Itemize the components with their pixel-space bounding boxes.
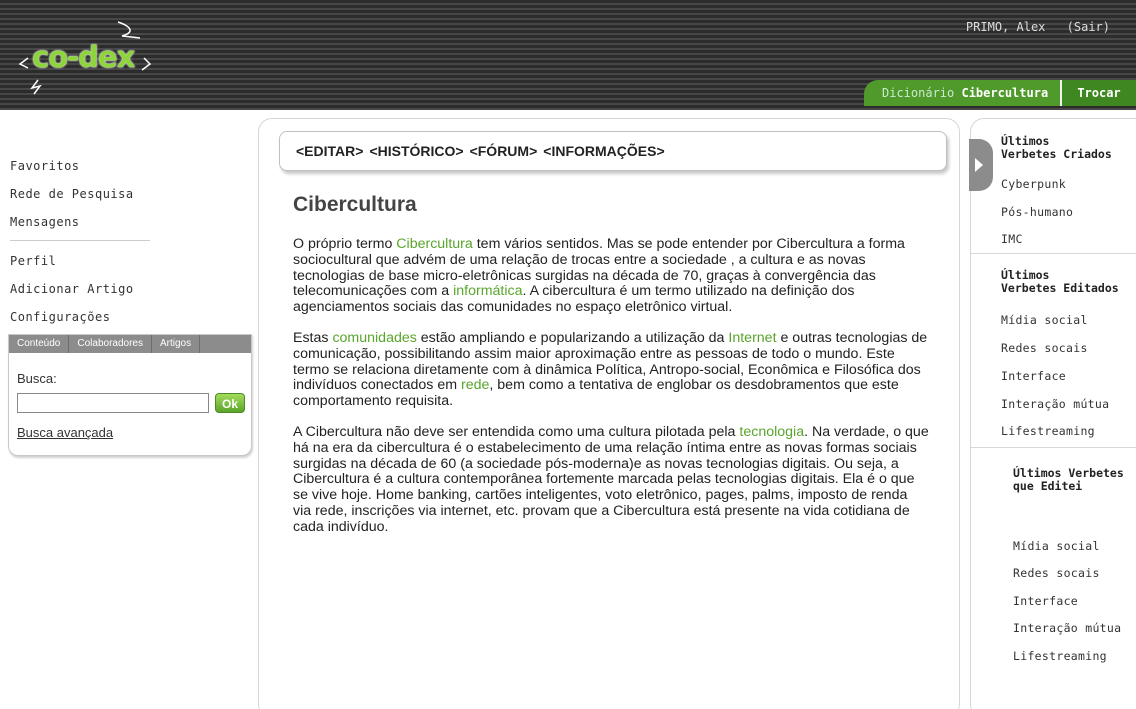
tab-conteudo[interactable]: Conteúdo xyxy=(9,335,70,353)
history-link[interactable]: <HISTÓRICO> xyxy=(369,143,463,159)
wiki-link-comunidades[interactable]: comunidades xyxy=(332,330,416,346)
edit-link[interactable]: <EDITAR> xyxy=(296,143,363,159)
tab-colaboradores[interactable]: Colaboradores xyxy=(69,335,152,353)
logo-text: co-dex xyxy=(32,40,135,74)
wiki-link-internet[interactable]: Internet xyxy=(728,330,776,346)
paragraph-text: A Cibercultura não deve ser entendida co… xyxy=(293,423,740,440)
edited-item[interactable]: Interface xyxy=(1001,369,1066,383)
codex-logo[interactable]: co-dex xyxy=(18,18,168,96)
article-body: O próprio termo Cibercultura tem vários … xyxy=(293,236,929,551)
info-link[interactable]: <INFORMAÇÕES> xyxy=(543,143,664,159)
forum-link[interactable]: <FÓRUM> xyxy=(470,143,538,159)
my-edited-item[interactable]: Interface xyxy=(1013,594,1078,608)
user-name: PRIMO, Alex xyxy=(965,20,1046,34)
nav-configuracoes[interactable]: Configurações xyxy=(10,303,250,331)
article-paragraph: O próprio termo Cibercultura tem vários … xyxy=(293,236,929,316)
paragraph-text: Estas xyxy=(293,329,333,346)
article-paragraph: A Cibercultura não deve ser entendida co… xyxy=(293,423,929,536)
tab-artigos[interactable]: Artigos xyxy=(152,335,201,353)
created-item-imc[interactable]: IMC xyxy=(1001,232,1023,246)
dictionary-bar: Dicionário Cibercultura Trocar xyxy=(864,80,1136,106)
nav-favoritos[interactable]: Favoritos xyxy=(10,152,250,180)
heading-mine: Últimos Verbetes que Editei xyxy=(1013,467,1124,493)
paragraph-text: O próprio termo xyxy=(293,236,397,252)
wiki-link-informatica[interactable]: informática xyxy=(453,283,522,299)
my-edited-item[interactable]: Interação mútua xyxy=(1013,621,1121,635)
section-divider xyxy=(971,253,1136,254)
wiki-link-tecnologia[interactable]: tecnologia xyxy=(739,424,804,440)
logout-link[interactable]: (Sair) xyxy=(1067,20,1110,34)
heading-line: Verbetes Editados xyxy=(1001,281,1119,295)
recent-entries-panel: Últimos Verbetes Criados Cyberpunk Pós-h… xyxy=(969,118,1136,709)
search-panel: Conteúdo Colaboradores Artigos Busca: Ok… xyxy=(8,334,252,456)
paragraph-text: estão ampliando e popularizando a utiliz… xyxy=(416,329,729,346)
dictionary-label: Dicionário Cibercultura xyxy=(882,86,1048,100)
search-tabs: Conteúdo Colaboradores Artigos xyxy=(9,335,251,353)
edited-item[interactable]: Lifestreaming xyxy=(1001,424,1095,438)
nav-adicionar-artigo[interactable]: Adicionar Artigo xyxy=(10,275,250,303)
heading-line: que Editei xyxy=(1013,479,1083,493)
edited-item[interactable]: Interação mútua xyxy=(1001,397,1109,411)
heading-edited: Últimos Verbetes Editados xyxy=(1001,269,1119,295)
article-title: Cibercultura xyxy=(293,193,417,216)
heading-created: Últimos Verbetes Criados xyxy=(1001,135,1112,161)
search-input[interactable] xyxy=(17,393,209,413)
article-panel: <EDITAR> <HISTÓRICO> <FÓRUM> <INFORMAÇÕE… xyxy=(258,118,960,709)
collapse-arrow-icon[interactable] xyxy=(969,139,993,191)
section-divider xyxy=(971,447,1136,448)
wiki-link-cibercultura[interactable]: Cibercultura xyxy=(396,236,473,252)
edited-item[interactable]: Redes socais xyxy=(1001,341,1088,355)
nav-divider xyxy=(10,240,150,241)
my-edited-item[interactable]: Mídia social xyxy=(1013,539,1100,553)
dictionary-name: Cibercultura xyxy=(961,86,1049,100)
heading-line: Verbetes Criados xyxy=(1001,147,1112,161)
created-item-pos-humano[interactable]: Pós-humano xyxy=(1001,205,1073,219)
user-box: PRIMO, Alex (Sair) xyxy=(966,20,1110,34)
created-item-cyberpunk[interactable]: Cyberpunk xyxy=(1001,177,1066,191)
dictionary-prefix: Dicionário xyxy=(882,86,955,100)
wiki-link-rede[interactable]: rede xyxy=(461,377,489,393)
advanced-search-link[interactable]: Busca avançada xyxy=(17,425,113,440)
left-nav: Favoritos Rede de Pesquisa Mensagens Per… xyxy=(10,152,250,331)
swap-dictionary-button[interactable]: Trocar xyxy=(1060,80,1136,106)
my-edited-item[interactable]: Lifestreaming xyxy=(1013,649,1107,663)
nav-mensagens[interactable]: Mensagens xyxy=(10,208,250,236)
edited-item[interactable]: Mídia social xyxy=(1001,313,1088,327)
my-edited-item[interactable]: Redes socais xyxy=(1013,566,1100,580)
header-bar: co-dex PRIMO, Alex (Sair) Dicionário Cib… xyxy=(0,0,1136,110)
paragraph-text: . Na verdade, o que há na era da cibercu… xyxy=(293,423,929,535)
search-label: Busca: xyxy=(17,371,57,386)
nav-rede-de-pesquisa[interactable]: Rede de Pesquisa xyxy=(10,180,250,208)
article-paragraph: Estas comunidades estão ampliando e popu… xyxy=(293,329,929,410)
nav-perfil[interactable]: Perfil xyxy=(10,247,250,275)
article-action-bar: <EDITAR> <HISTÓRICO> <FÓRUM> <INFORMAÇÕE… xyxy=(279,131,947,171)
search-ok-button[interactable]: Ok xyxy=(215,393,245,413)
